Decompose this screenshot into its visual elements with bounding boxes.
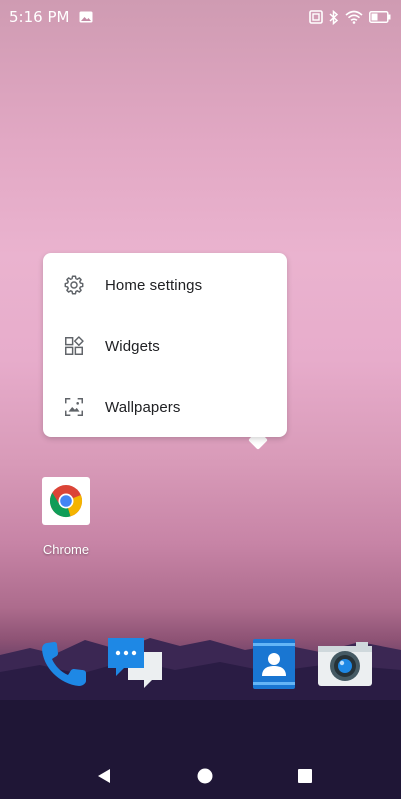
back-icon — [98, 769, 110, 783]
camera-icon — [318, 642, 372, 686]
home-icon — [197, 768, 213, 784]
menu-label-wallpapers: Wallpapers — [105, 398, 181, 416]
back-button[interactable] — [94, 766, 114, 786]
phone-app-icon[interactable] — [38, 638, 90, 690]
contacts-icon — [253, 639, 295, 689]
status-bar: 5:16 PM — [0, 0, 401, 34]
phone-icon — [42, 642, 86, 686]
camera-app-icon[interactable] — [316, 640, 374, 688]
gear-icon — [43, 274, 105, 296]
home-screen: 5:16 PM Home settings Widgets Wallpapers… — [0, 0, 401, 799]
image-notification-icon — [79, 11, 93, 23]
recents-icon — [298, 769, 312, 783]
menu-item-widgets[interactable]: Widgets — [43, 316, 287, 376]
recents-button[interactable] — [295, 766, 315, 786]
nfc-icon — [309, 10, 323, 24]
menu-label-home-settings: Home settings — [105, 276, 203, 294]
navigation-bar — [0, 752, 401, 799]
battery-icon — [369, 11, 391, 23]
menu-item-wallpapers[interactable]: Wallpapers — [43, 377, 287, 437]
wallpaper-icon — [43, 396, 105, 418]
wifi-icon — [345, 10, 363, 24]
contacts-app-icon[interactable] — [250, 638, 298, 690]
menu-label-widgets: Widgets — [105, 337, 160, 355]
widgets-icon — [43, 335, 105, 357]
chrome-icon — [49, 485, 83, 518]
messages-app-icon[interactable] — [106, 636, 164, 692]
status-time: 5:16 PM — [9, 8, 70, 26]
bluetooth-icon — [329, 9, 339, 25]
menu-item-home-settings[interactable]: Home settings — [43, 255, 287, 315]
chrome-app-icon[interactable] — [42, 477, 90, 525]
messages-icon — [108, 638, 162, 688]
home-long-press-menu: Home settings Widgets Wallpapers — [43, 253, 287, 437]
app-label-chrome: Chrome — [42, 542, 90, 557]
home-button[interactable] — [195, 766, 215, 786]
